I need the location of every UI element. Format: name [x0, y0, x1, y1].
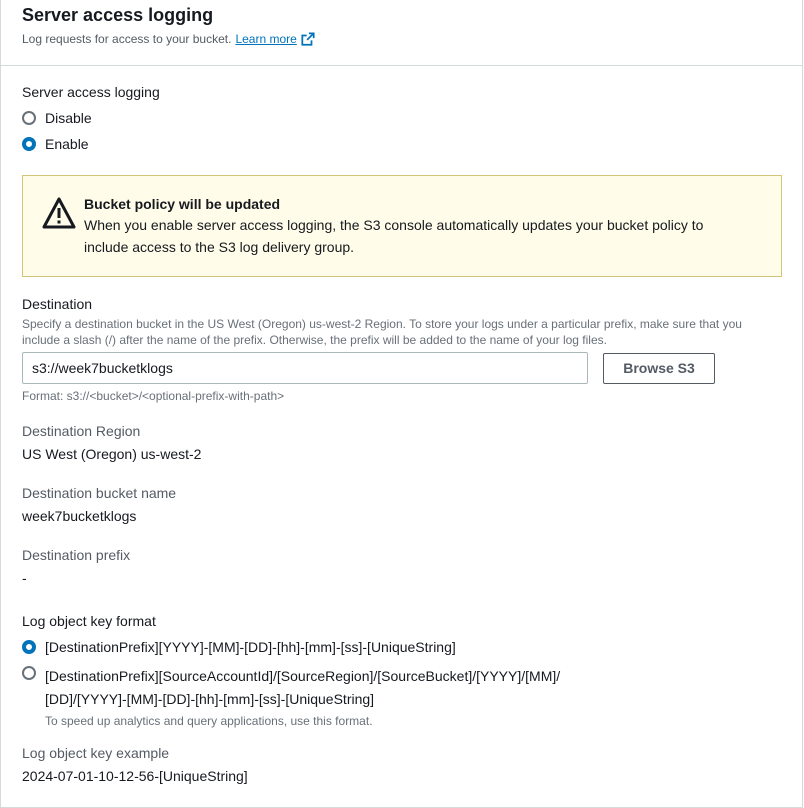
radio-enable-label: Enable	[45, 136, 89, 152]
bucket-policy-alert: Bucket policy will be updated When you e…	[22, 175, 782, 277]
key-example-value: 2024-07-01-10-12-56-[UniqueString]	[22, 768, 248, 784]
radio-disable-label: Disable	[45, 110, 92, 126]
destination-input[interactable]: s3://week7bucketklogs	[22, 352, 588, 384]
key-format-option-2-text: [DestinationPrefix][SourceAccountId]/[So…	[45, 665, 560, 729]
description-text: Log requests for access to your bucket.	[22, 32, 232, 46]
radio-disable-control[interactable]	[22, 111, 36, 125]
bucket-value: week7bucketklogs	[22, 508, 137, 524]
key-example: Log object key example 2024-07-01-10-12-…	[22, 745, 248, 784]
key-format-option-2-control[interactable]	[22, 666, 36, 680]
learn-more-link[interactable]: Learn more	[235, 32, 296, 46]
destination-hint: Specify a destination bucket in the US W…	[22, 316, 792, 348]
destination-bucket: Destination bucket name week7bucketklogs	[22, 485, 176, 524]
key-format-option-1-label: [DestinationPrefix][YYYY]-[MM]-[DD]-[hh]…	[45, 639, 456, 655]
panel-header: Server access logging Log requests for a…	[1, 0, 802, 66]
key-format-option-2-line: [DD]/[YYYY]-[MM]-[DD]-[hh]-[mm]-[ss]-[Un…	[45, 691, 375, 707]
prefix-value: -	[22, 570, 27, 586]
key-format-option-1[interactable]: [DestinationPrefix][YYYY]-[MM]-[DD]-[hh]…	[22, 634, 456, 660]
key-format-option-1-control[interactable]	[22, 640, 36, 654]
prefix-label: Destination prefix	[22, 547, 131, 563]
logging-label: Server access logging	[22, 84, 160, 100]
region-value: US West (Oregon) us-west-2	[22, 446, 202, 462]
server-access-logging-panel: Server access logging Log requests for a…	[0, 0, 803, 808]
format-hint: Format: s3://<bucket>/<optional-prefix-w…	[22, 389, 285, 403]
destination-hint-line: Specify a destination bucket in the US W…	[22, 317, 742, 331]
destination-prefix: Destination prefix -	[22, 547, 130, 586]
key-format-option-2-line: [DestinationPrefix][SourceAccountId]/[So…	[45, 668, 561, 684]
key-format-option-2[interactable]: [DestinationPrefix][SourceAccountId]/[So…	[22, 665, 560, 729]
region-label: Destination Region	[22, 423, 141, 439]
destination-input-row: s3://week7bucketklogs Browse S3	[22, 352, 715, 384]
alert-content: Bucket policy will be updated When you e…	[84, 196, 703, 276]
radio-enable[interactable]: Enable	[22, 131, 89, 157]
panel-title: Server access logging	[22, 5, 214, 25]
alert-body-line: include access to the S3 log delivery gr…	[84, 239, 355, 255]
warning-icon	[42, 197, 76, 229]
browse-s3-button[interactable]: Browse S3	[603, 352, 715, 384]
panel-description: Log requests for access to your bucket. …	[22, 32, 781, 46]
external-link-icon[interactable]	[301, 32, 315, 46]
radio-disable[interactable]: Disable	[22, 105, 92, 131]
destination-label: Destination	[22, 296, 93, 312]
key-format-option-2-hint: To speed up analytics and query applicat…	[45, 714, 373, 728]
alert-body: When you enable server access logging, t…	[84, 214, 703, 258]
destination-hint-line: include a slash (/) after the name of th…	[22, 333, 607, 347]
radio-enable-control[interactable]	[22, 137, 36, 151]
key-format-label: Log object key format	[22, 613, 156, 629]
alert-title: Bucket policy will be updated	[84, 196, 281, 212]
alert-body-line: When you enable server access logging, t…	[84, 217, 704, 233]
bucket-label: Destination bucket name	[22, 485, 177, 501]
key-example-label: Log object key example	[22, 745, 170, 761]
destination-region: Destination Region US West (Oregon) us-w…	[22, 423, 201, 462]
